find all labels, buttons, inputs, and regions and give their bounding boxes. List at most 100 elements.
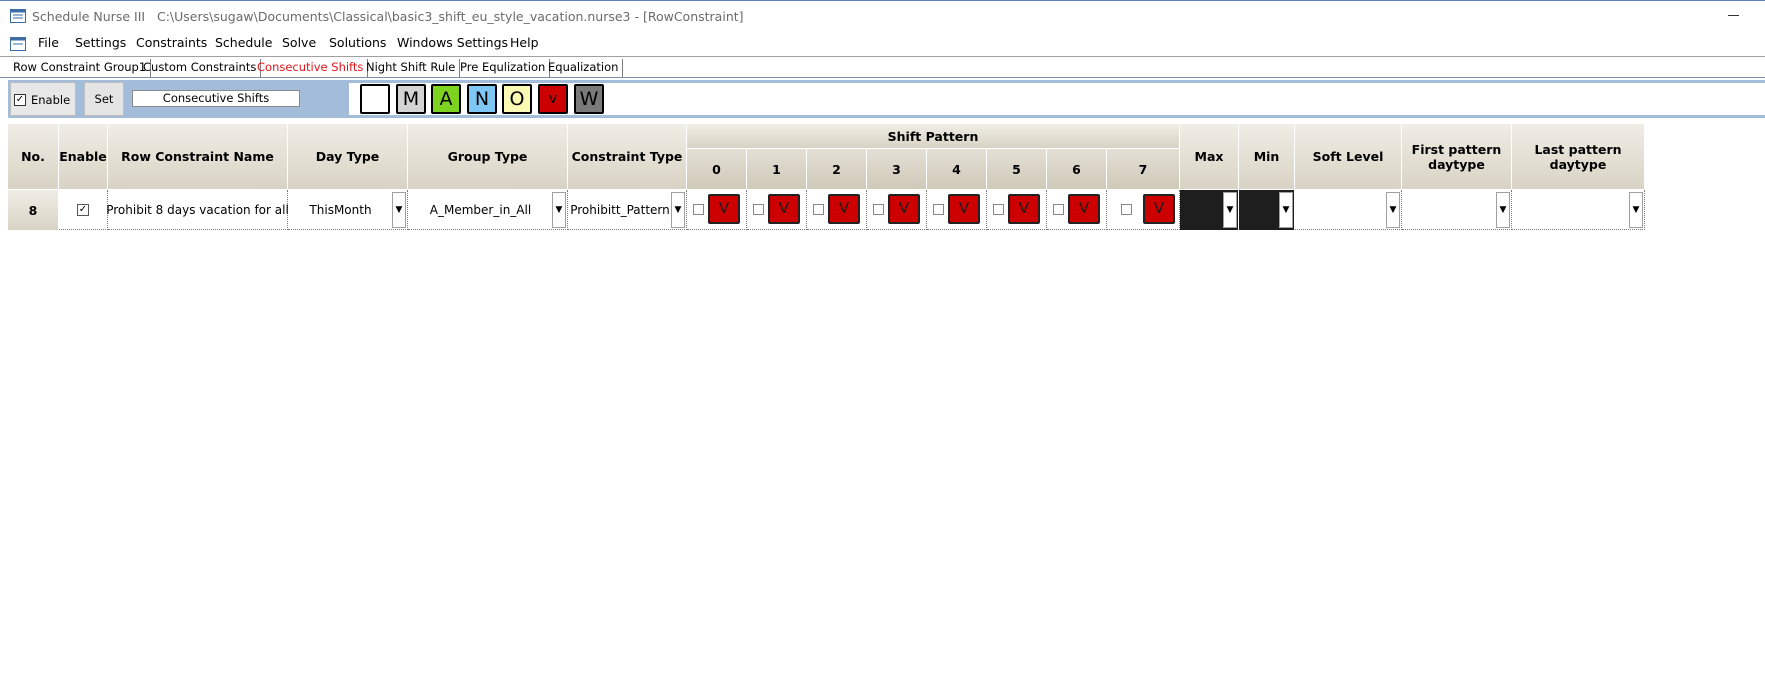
- row-max-combo[interactable]: ▼: [1180, 190, 1239, 230]
- row-group-type-value: A_Member_in_All: [429, 202, 532, 217]
- shift-button-o[interactable]: O: [502, 84, 532, 114]
- shift-button-m[interactable]: M: [396, 84, 426, 114]
- shift-button-w[interactable]: W: [574, 84, 604, 114]
- pattern-checkbox[interactable]: [693, 204, 704, 215]
- col-header-pattern-6: 6: [1047, 149, 1107, 190]
- dropdown-arrow-icon[interactable]: ▼: [1279, 192, 1293, 228]
- col-header-pattern-3: 3: [867, 149, 927, 190]
- pattern-shift-button[interactable]: V: [1068, 194, 1100, 224]
- row-number[interactable]: 8: [8, 190, 58, 230]
- menu-schedule[interactable]: Schedule: [213, 35, 274, 50]
- menu-help[interactable]: Help: [508, 35, 541, 50]
- pattern-shift-button[interactable]: V: [1143, 194, 1175, 224]
- row-group-type-combo[interactable]: A_Member_in_All ▼: [408, 190, 568, 230]
- document-window-icon[interactable]: [10, 37, 26, 51]
- col-header-pattern-4: 4: [927, 149, 987, 190]
- col-header-first-pattern-line2: daytype: [1428, 156, 1485, 172]
- tab-strip: Row Constraint Group1 Custom Constraints…: [0, 56, 1765, 78]
- row-min-combo[interactable]: ▼: [1239, 190, 1295, 230]
- menu-windows-settings[interactable]: Windows Settings: [395, 35, 510, 50]
- tab-equalization[interactable]: Equalization: [544, 59, 624, 77]
- menu-file[interactable]: File: [36, 35, 61, 50]
- pattern-shift-button[interactable]: V: [708, 194, 740, 224]
- pattern-cell-2[interactable]: V: [807, 190, 867, 230]
- pattern-checkbox[interactable]: [993, 204, 1004, 215]
- pattern-checkbox[interactable]: [1121, 204, 1132, 215]
- row-enable-checkbox[interactable]: ✓: [77, 203, 89, 216]
- menu-solve[interactable]: Solve: [280, 35, 318, 50]
- set-button[interactable]: Set: [84, 82, 124, 116]
- pattern-cell-7[interactable]: V: [1107, 190, 1180, 230]
- tab-night-shift-rule[interactable]: Night Shift Rule: [362, 59, 461, 77]
- col-header-first-pattern-line1: First pattern: [1411, 141, 1502, 157]
- row-soft-level-combo[interactable]: ▼: [1295, 190, 1402, 230]
- pattern-cell-1[interactable]: V: [747, 190, 807, 230]
- col-header-pattern-1: 1: [747, 149, 807, 190]
- row-day-type-combo[interactable]: ThisMonth ▼: [288, 190, 408, 230]
- toolbar: ✓ Enable Set Consecutive Shifts M A N O …: [0, 78, 1765, 120]
- dropdown-arrow-icon[interactable]: ▼: [552, 192, 566, 228]
- dropdown-arrow-icon[interactable]: ▼: [671, 192, 685, 228]
- col-header-group-type: Group Type: [408, 124, 568, 190]
- window-title: Schedule Nurse III C:\Users\sugaw\Docume…: [32, 9, 744, 24]
- pattern-checkbox[interactable]: [933, 204, 944, 215]
- col-header-day-type: Day Type: [288, 124, 408, 190]
- pattern-checkbox[interactable]: [753, 204, 764, 215]
- pattern-shift-button[interactable]: V: [948, 194, 980, 224]
- shift-button-blank[interactable]: [360, 84, 390, 114]
- menu-solutions[interactable]: Solutions: [327, 35, 388, 50]
- col-header-max: Max: [1180, 124, 1239, 190]
- app-icon: [10, 9, 26, 23]
- row-constraint-type-combo[interactable]: Prohibitt_Pattern ▼: [568, 190, 687, 230]
- col-header-last-pattern-line2: daytype: [1549, 156, 1607, 172]
- row-constraint-grid: No. Enable Row Constraint Name Day Type …: [8, 124, 1645, 230]
- pattern-cell-5[interactable]: V: [987, 190, 1047, 230]
- row-last-pattern-daytype-combo[interactable]: ▼: [1512, 190, 1645, 230]
- pattern-shift-button[interactable]: V: [768, 194, 800, 224]
- col-header-soft-level: Soft Level: [1295, 124, 1402, 190]
- app-name: Schedule Nurse III: [32, 9, 146, 24]
- col-header-first-pattern-daytype: First pattern daytype: [1402, 124, 1512, 190]
- pattern-shift-button[interactable]: V: [1008, 194, 1040, 224]
- col-header-pattern-0: 0: [687, 149, 747, 190]
- pattern-shift-button[interactable]: V: [888, 194, 920, 224]
- col-header-min: Min: [1239, 124, 1295, 190]
- row-name-cell[interactable]: Prohibit 8 days vacation for all: [106, 190, 289, 230]
- col-header-shift-pattern: Shift Pattern: [687, 124, 1180, 149]
- menu-constraints[interactable]: Constraints: [134, 35, 209, 50]
- dropdown-arrow-icon[interactable]: ▼: [1386, 192, 1400, 228]
- pattern-checkbox[interactable]: [873, 204, 884, 215]
- dropdown-arrow-icon[interactable]: ▼: [1496, 192, 1510, 228]
- set-name-field[interactable]: Consecutive Shifts: [132, 90, 300, 107]
- tab-custom-constraints[interactable]: Custom Constraints: [139, 59, 262, 77]
- pattern-checkbox[interactable]: [813, 204, 824, 215]
- dropdown-arrow-icon[interactable]: ▼: [1629, 192, 1643, 228]
- row-day-type-value: ThisMonth: [309, 202, 372, 217]
- row-first-pattern-daytype-combo[interactable]: ▼: [1402, 190, 1512, 230]
- pattern-cell-0[interactable]: V: [687, 190, 747, 230]
- col-header-last-pattern-daytype: Last pattern daytype: [1512, 124, 1645, 190]
- enable-checkbox[interactable]: ✓: [14, 94, 26, 106]
- col-header-constraint-type: Constraint Type: [568, 124, 687, 190]
- row-enable-cell[interactable]: ✓: [59, 190, 108, 230]
- tab-pre-equlization[interactable]: Pre Equlization: [456, 59, 551, 77]
- tab-row-constraint-group1[interactable]: Row Constraint Group1: [9, 59, 152, 77]
- tab-consecutive-shifts[interactable]: Consecutive Shifts: [253, 59, 369, 77]
- pattern-cell-6[interactable]: V: [1047, 190, 1107, 230]
- menu-settings[interactable]: Settings: [73, 35, 128, 50]
- col-header-no: No.: [8, 124, 59, 190]
- shift-button-a[interactable]: A: [431, 84, 461, 114]
- dropdown-arrow-icon[interactable]: ▼: [1223, 192, 1237, 228]
- shift-button-v[interactable]: v: [538, 84, 568, 114]
- enable-toggle[interactable]: ✓ Enable: [10, 82, 76, 116]
- title-bar: Schedule Nurse III C:\Users\sugaw\Docume…: [0, 0, 1765, 31]
- minimize-icon[interactable]: [1728, 15, 1739, 16]
- pattern-cell-4[interactable]: V: [927, 190, 987, 230]
- shift-button-n[interactable]: N: [467, 84, 497, 114]
- pattern-checkbox[interactable]: [1053, 204, 1064, 215]
- dropdown-arrow-icon[interactable]: ▼: [392, 192, 406, 228]
- col-header-pattern-7: 7: [1107, 149, 1180, 190]
- pattern-shift-button[interactable]: V: [828, 194, 860, 224]
- pattern-cell-3[interactable]: V: [867, 190, 927, 230]
- col-header-pattern-2: 2: [807, 149, 867, 190]
